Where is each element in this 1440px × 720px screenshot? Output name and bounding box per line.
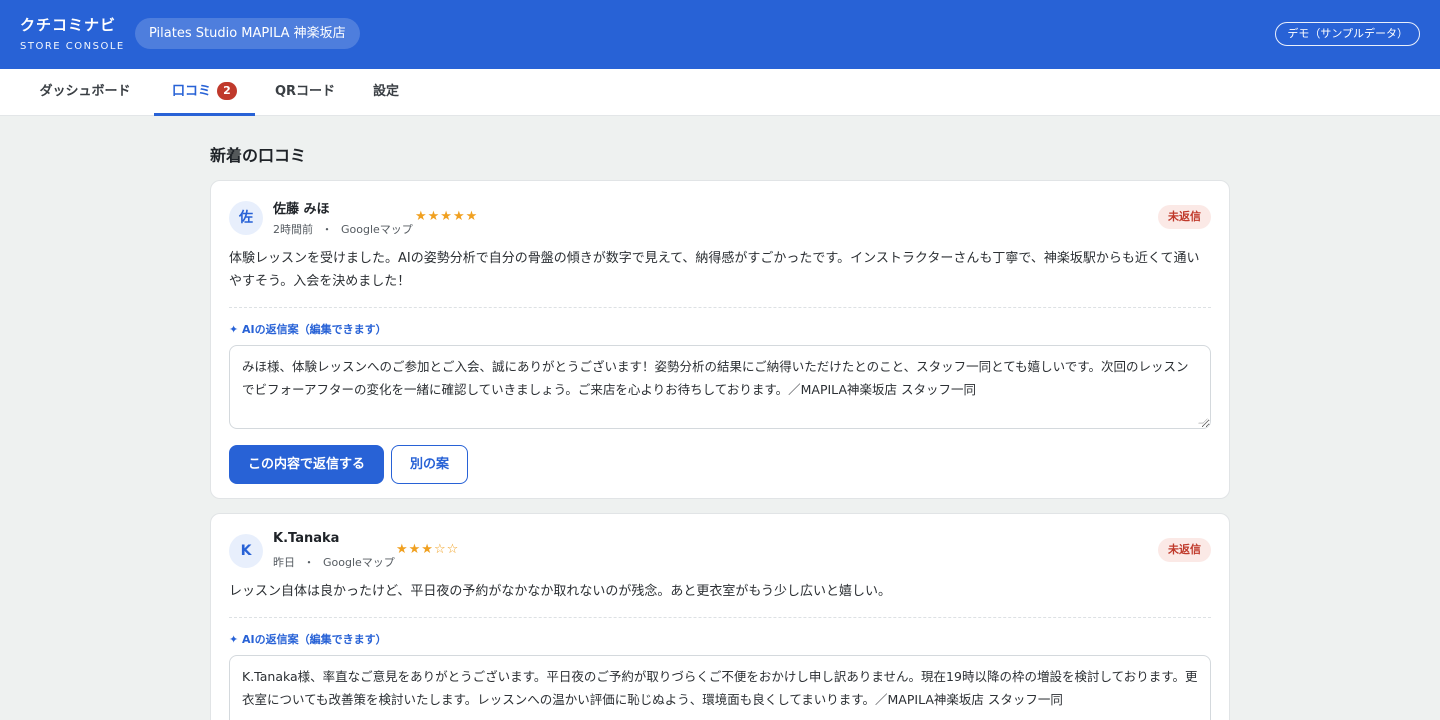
brand-subtitle: STORE CONSOLE bbox=[20, 41, 125, 52]
unread-count-badge: 2 bbox=[217, 82, 237, 100]
tab-label: ダッシュボード bbox=[39, 84, 131, 99]
send-reply-button[interactable]: この内容で返信する bbox=[229, 445, 385, 484]
divider bbox=[229, 617, 1211, 618]
reviewer-name: 佐藤 みほ bbox=[273, 202, 330, 217]
star-rating: ★★★☆☆ bbox=[396, 542, 460, 557]
star-rating: ★★★★★ bbox=[415, 209, 479, 224]
review-card: 佐 佐藤 みほ 2時間前 ・ Googleマップ ★★★★★ 未返信 体験レッス… bbox=[210, 180, 1230, 499]
tab-dashboard[interactable]: ダッシュボード bbox=[20, 69, 150, 115]
top-header: クチコミナビ STORE CONSOLE Pilates Studio MAPI… bbox=[0, 0, 1440, 69]
brand[interactable]: クチコミナビ STORE CONSOLE bbox=[20, 15, 125, 52]
status-badge: 未返信 bbox=[1158, 205, 1211, 229]
tab-label: 設定 bbox=[372, 84, 399, 99]
review-time: 2時間前 bbox=[273, 223, 313, 236]
avatar: 佐 bbox=[229, 201, 263, 235]
review-time: 昨日 bbox=[273, 556, 295, 569]
demo-badge[interactable]: デモ（サンプルデータ） bbox=[1275, 22, 1420, 46]
review-meta: 2時間前 ・ Googleマップ bbox=[273, 221, 413, 237]
meta-separator: ・ bbox=[321, 223, 333, 236]
store-selector[interactable]: Pilates Studio MAPILA 神楽坂店 bbox=[135, 18, 360, 49]
tab-qr-code[interactable]: QRコード bbox=[262, 69, 348, 115]
brand-name: クチコミナビ bbox=[20, 16, 117, 34]
tab-bar: ダッシュボード 口コミ 2 QRコード 設定 bbox=[0, 69, 1440, 116]
ai-reply-label: ✦ AIの返信案（編集できます） bbox=[229, 633, 387, 646]
reply-textarea[interactable]: K.Tanaka様、率直なご意見をありがとうございます。平日夜のご予約が取りづら… bbox=[229, 655, 1211, 720]
review-text: レッスン自体は良かったけど、平日夜の予約がなかなか取れないのが残念。あと更衣室が… bbox=[229, 584, 891, 599]
tab-settings[interactable]: 設定 bbox=[358, 69, 414, 115]
resize-handle[interactable] bbox=[1198, 418, 1208, 424]
review-source: Googleマップ bbox=[323, 556, 395, 569]
review-card: K K.Tanaka 昨日 ・ Googleマップ ★★★☆☆ 未返信 レッスン… bbox=[210, 513, 1230, 720]
reply-textarea[interactable]: みほ様、体験レッスンへのご参加とご入会、誠にありがとうございます！姿勢分析の結果… bbox=[229, 345, 1211, 429]
status-badge: 未返信 bbox=[1158, 538, 1211, 562]
reply-text: K.Tanaka様、率直なご意見をありがとうございます。平日夜のご予約が取りづら… bbox=[242, 669, 1198, 707]
avatar: K bbox=[229, 534, 263, 568]
tab-reviews[interactable]: 口コミ 2 bbox=[154, 69, 255, 116]
review-text: 体験レッスンを受けました。AIの姿勢分析で自分の骨盤の傾きが数字で見えて、納得感… bbox=[229, 251, 1200, 289]
ai-reply-label: ✦ AIの返信案（編集できます） bbox=[229, 323, 387, 336]
tab-label: 口コミ bbox=[171, 84, 211, 99]
tab-label: QRコード bbox=[274, 84, 336, 99]
review-source: Googleマップ bbox=[341, 223, 413, 236]
meta-separator: ・ bbox=[303, 556, 315, 569]
alternative-reply-button[interactable]: 別の案 bbox=[391, 445, 469, 484]
reviewer-name: K.Tanaka bbox=[273, 531, 340, 546]
review-meta: 昨日 ・ Googleマップ bbox=[273, 554, 395, 570]
reply-text: みほ様、体験レッスンへのご参加とご入会、誠にありがとうございます！姿勢分析の結果… bbox=[242, 359, 1189, 397]
page-title: 新着の口コミ bbox=[210, 146, 307, 165]
divider bbox=[229, 307, 1211, 308]
